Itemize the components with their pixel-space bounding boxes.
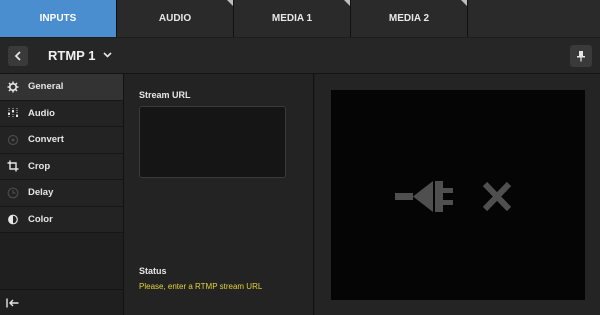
general-settings-panel: Stream URL Status Please, enter a RTMP s… [124,74,314,315]
chevron-left-icon [14,51,21,61]
input-dropdown-button[interactable] [101,49,113,61]
tab-label: MEDIA 1 [271,13,313,24]
stream-url-input[interactable] [139,106,286,178]
pin-icon [577,51,585,62]
sidebar-item-color[interactable]: Color [0,206,123,233]
corner-indicator-icon [344,0,350,6]
sidebar-item-label: Crop [28,160,51,172]
input-preview [331,90,585,300]
back-button[interactable] [8,46,28,66]
corner-indicator-icon [227,0,233,6]
sidebar-item-crop[interactable]: Crop [0,153,123,180]
sidebar-item-general[interactable]: General [0,74,123,101]
tab-media-2[interactable]: MEDIA 2 [351,0,468,37]
tab-label: AUDIO [158,13,192,24]
sidebar-item-delay[interactable]: Delay [0,180,123,207]
tab-media-1[interactable]: MEDIA 1 [234,0,351,37]
collapse-left-icon [6,298,19,307]
disconnected-plug-icon [395,181,512,212]
tab-label: MEDIA 2 [388,13,430,24]
convert-icon [6,133,20,147]
input-title[interactable]: RTMP 1 [48,48,95,63]
sidebar-item-label: Delay [28,187,54,199]
collapse-sidebar-button[interactable] [0,289,124,315]
sidebar-item-label: Convert [28,134,64,146]
settings-sidebar: General Audio Convert Crop Delay Color [0,74,124,315]
stream-url-label: Stream URL [139,90,191,100]
sliders-icon [6,106,20,120]
status-message: Please, enter a RTMP stream URL [139,282,263,291]
sidebar-item-audio[interactable]: Audio [0,100,123,127]
preview-pane [315,74,600,315]
tab-bar-empty [468,0,600,37]
clock-icon [6,186,20,200]
chevron-down-icon [102,52,112,58]
sidebar-item-convert[interactable]: Convert [0,127,123,154]
status-label: Status [139,266,167,276]
input-header: RTMP 1 [0,38,600,74]
crop-icon [6,159,20,173]
corner-indicator-icon [461,0,467,6]
tab-audio[interactable]: AUDIO [117,0,234,37]
tab-inputs[interactable]: INPUTS [0,0,117,37]
sidebar-item-label: General [28,81,64,93]
sidebar-item-label: Color [28,213,53,225]
tab-bar: INPUTS AUDIO MEDIA 1 MEDIA 2 [0,0,600,37]
sidebar-item-label: Audio [28,107,55,119]
gear-icon [6,80,20,94]
pin-button[interactable] [570,45,592,67]
tab-label: INPUTS [39,13,77,24]
color-drop-icon [6,212,20,226]
